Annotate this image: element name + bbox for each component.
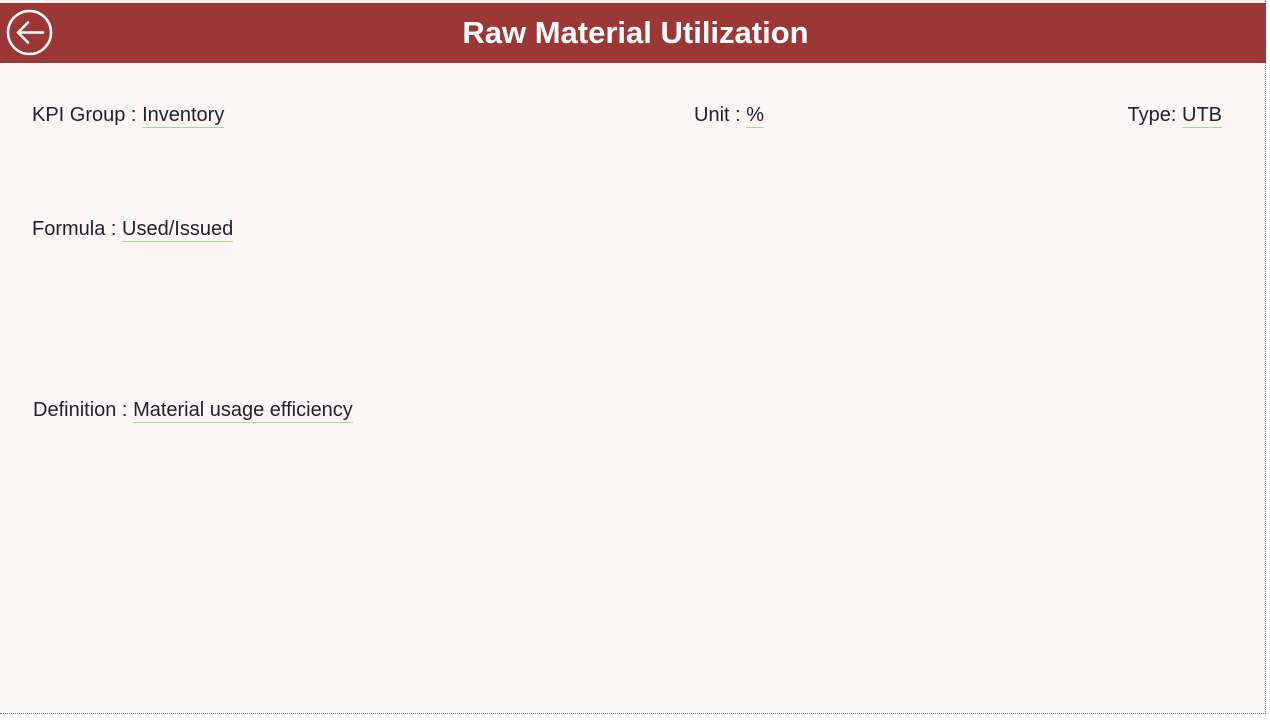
definition-label: Definition : [33,399,134,421]
kpi-group-value: Inventory [142,104,225,128]
back-button[interactable] [6,9,53,56]
kpi-group-label: KPI Group : [32,104,143,126]
definition-value: Material usage efficiency [133,399,353,423]
formula-value: Used/Issued [122,218,234,242]
kpi-group-field: KPI Group : Inventory [32,102,225,128]
title-bar [0,3,1266,63]
unit-value: % [746,104,765,128]
type-label: Type: [1127,104,1182,126]
definition-field: Definition : Material usage efficiency [33,397,353,423]
arrow-left-circle-icon [6,9,53,56]
type-value: UTB [1182,104,1222,128]
unit-label: Unit : [694,104,747,126]
formula-label: Formula : [32,218,123,240]
kpi-sheet: Raw Material Utilization KPI Group : Inv… [0,0,1266,714]
formula-field: Formula : Used/Issued [32,216,234,242]
unit-field: Unit : % [694,102,765,128]
type-field: Type: UTB [1128,102,1222,128]
